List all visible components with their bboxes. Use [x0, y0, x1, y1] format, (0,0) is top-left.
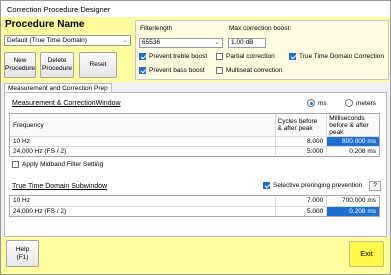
checkbox-icon: [263, 182, 270, 189]
max-boost-label: Max correction boost:: [229, 25, 292, 32]
tab-bar: Measurement and Correction Prep: [1, 82, 390, 93]
window-title: Correction Procedure Designer: [7, 5, 111, 14]
unit-meters-label: meters: [356, 99, 376, 107]
column-header-frequency: Frequency: [10, 114, 276, 136]
prevent-bass-checkbox[interactable]: Prevent bass boost: [139, 67, 205, 74]
radio-icon: [345, 99, 353, 107]
prevent-bass-label: Prevent bass boost: [149, 67, 205, 74]
filterlength-label: Filterlength: [140, 25, 173, 32]
checkbox-icon: [139, 67, 146, 74]
exit-button[interactable]: Exit: [349, 241, 384, 267]
measurement-window-title: Measurement & CorrectionWindow: [12, 100, 121, 107]
milliseconds-cell[interactable]: 0.208 ms: [327, 207, 379, 216]
preringing-prevention-label: Selective preringing prevention: [273, 182, 363, 189]
correction-options-group: Filterlength 65536 ⌄ Max correction boos…: [135, 20, 389, 80]
delete-procedure-button[interactable]: Delete Procedure: [40, 52, 74, 78]
midband-filter-checkbox[interactable]: Apply Midband Filter Setting: [12, 161, 103, 168]
milliseconds-cell[interactable]: 700.000 ms: [327, 196, 379, 206]
subwindow-title: True Time Domain Subwindow: [12, 183, 108, 190]
max-boost-value: 1.00 dB: [231, 39, 254, 46]
table-row[interactable]: 10 Hz 8.000 800.000 ms: [10, 136, 379, 146]
unit-ms-radio[interactable]: ms: [307, 99, 327, 107]
unit-meters-radio[interactable]: meters: [345, 99, 376, 107]
subwindow-table: 10 Hz 7.000 700.000 ms 24,000 Hz (FS / 2…: [9, 195, 380, 217]
checkbox-icon: [139, 53, 146, 60]
correction-procedure-designer-window: Correction Procedure Designer Procedure …: [0, 0, 391, 275]
radio-icon: [307, 99, 315, 107]
cycles-cell[interactable]: 7.000: [276, 196, 328, 206]
procedure-select[interactable]: Default (True Time Domain) ⌄: [4, 35, 131, 46]
new-procedure-button[interactable]: New Procedure: [4, 52, 36, 78]
frequency-cell: 10 Hz: [10, 137, 276, 146]
checkbox-icon: [289, 53, 296, 60]
footer-panel: Help (F1) Exit: [1, 237, 390, 274]
frequency-cell: 24,000 Hz (FS / 2): [10, 207, 276, 216]
multiseat-correction-label: Multiseat correction: [226, 67, 283, 74]
tab-content: Measurement & CorrectionWindow ms meters…: [4, 92, 387, 237]
filterlength-select[interactable]: 65536 ⌄: [139, 38, 223, 48]
procedure-panel: Procedure Name Default (True Time Domain…: [1, 17, 390, 82]
help-button[interactable]: Help (F1): [6, 240, 39, 267]
frequency-cell: 24,000 Hz (FS / 2): [10, 147, 276, 156]
preringing-help-button[interactable]: ?: [369, 181, 381, 191]
filterlength-value: 65536: [142, 39, 161, 46]
checkbox-icon: [216, 53, 223, 60]
table-header: Frequency Cycles before & after peak Mil…: [10, 114, 379, 136]
checkbox-icon: [216, 67, 223, 74]
max-boost-field[interactable]: 1.00 dB: [228, 38, 266, 48]
reset-button[interactable]: Reset: [79, 52, 117, 78]
cycles-cell[interactable]: 5.000: [276, 147, 328, 156]
partial-correction-label: Partial correction: [226, 53, 275, 60]
midband-filter-label: Apply Midband Filter Setting: [22, 161, 104, 168]
procedure-name-heading: Procedure Name: [5, 19, 85, 30]
column-header-milliseconds: Milliseconds before & after peak: [329, 114, 369, 136]
prevent-treble-checkbox[interactable]: Prevent treble boost: [139, 53, 207, 60]
milliseconds-cell[interactable]: 0.208 ms: [327, 147, 379, 156]
procedure-select-value: Default (True Time Domain): [7, 37, 87, 44]
title-bar: Correction Procedure Designer: [1, 1, 390, 17]
true-time-domain-checkbox[interactable]: True Time Domain Correction: [289, 53, 384, 60]
cycles-cell[interactable]: 8.000: [276, 137, 328, 146]
chevron-down-icon: ⌄: [214, 39, 220, 46]
partial-correction-checkbox[interactable]: Partial correction: [216, 53, 275, 60]
cycles-cell[interactable]: 5.000: [276, 207, 328, 216]
preringing-prevention-checkbox[interactable]: Selective preringing prevention: [263, 182, 362, 189]
true-time-domain-label: True Time Domain Correction: [299, 53, 385, 60]
frequency-cell: 10 Hz: [10, 196, 276, 206]
prevent-treble-label: Prevent treble boost: [149, 53, 208, 60]
table-row[interactable]: 24,000 Hz (FS / 2) 5.000 0.208 ms: [10, 206, 379, 216]
checkbox-icon: [12, 161, 19, 168]
multiseat-correction-checkbox[interactable]: Multiseat correction: [216, 67, 282, 74]
unit-ms-label: ms: [318, 99, 327, 107]
chevron-down-icon: ⌄: [122, 37, 128, 44]
measurement-window-table: Frequency Cycles before & after peak Mil…: [9, 113, 380, 157]
column-header-cycles: Cycles before & after peak: [276, 114, 328, 136]
table-row[interactable]: 10 Hz 7.000 700.000 ms: [10, 196, 379, 206]
milliseconds-cell[interactable]: 800.000 ms: [327, 137, 379, 146]
table-row[interactable]: 24,000 Hz (FS / 2) 5.000 0.208 ms: [10, 146, 379, 156]
